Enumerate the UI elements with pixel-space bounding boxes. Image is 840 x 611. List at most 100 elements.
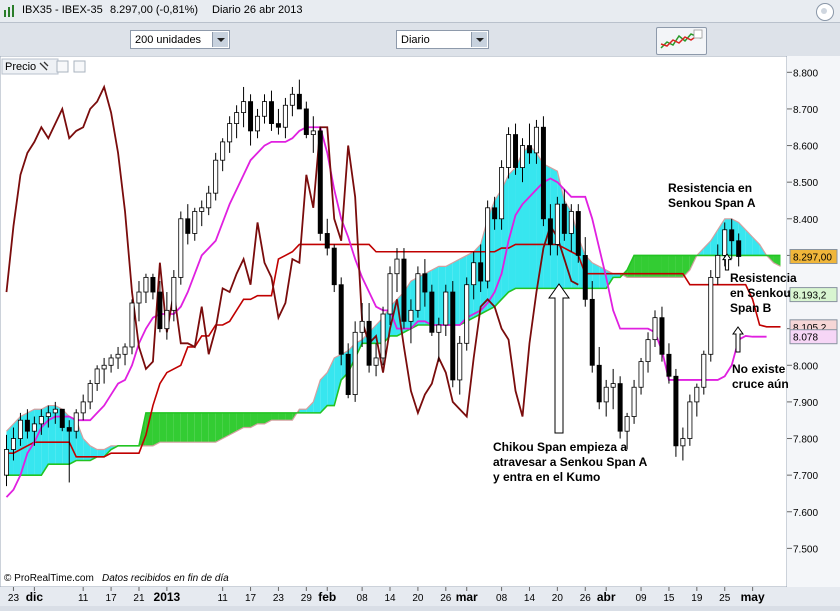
expand-icon[interactable] bbox=[56, 60, 69, 73]
x-tick-label: 26 bbox=[580, 593, 592, 604]
price-marker: 8.193,2 bbox=[789, 287, 838, 303]
chart-annotation: Resistencia enSenkou Span A bbox=[668, 181, 756, 210]
kumo-segment bbox=[278, 412, 286, 421]
annotation-line: Span B bbox=[730, 301, 772, 315]
window-menu-button[interactable] bbox=[816, 3, 834, 21]
kumo-segment bbox=[592, 262, 600, 289]
x-tick-label: 29 bbox=[301, 593, 313, 604]
price-marker-label: 8.193,2 bbox=[793, 291, 827, 302]
units-select[interactable]: 200 unidades bbox=[130, 30, 230, 49]
price-marker-label: 8.297,00 bbox=[793, 253, 832, 264]
kumo-segment bbox=[166, 412, 174, 443]
annotation-line: atravesar a Senkou Span A bbox=[493, 455, 648, 469]
x-tick-label: 25 bbox=[719, 593, 731, 604]
kumo-segment bbox=[180, 412, 188, 443]
kumo-segment bbox=[257, 412, 265, 424]
y-tick-label: 7.900 bbox=[793, 398, 818, 409]
x-tick-label: abr bbox=[597, 590, 616, 604]
candle bbox=[317, 127, 323, 241]
x-tick-label: 23 bbox=[273, 593, 285, 604]
kumo-segment bbox=[187, 412, 195, 443]
price-label: Precio bbox=[5, 61, 36, 73]
candle bbox=[687, 394, 693, 446]
footer-copyright: © ProRealTime.com bbox=[4, 573, 94, 584]
period-date: Diario 26 abr 2013 bbox=[212, 4, 303, 16]
annotation-line: cruce aún bbox=[732, 377, 789, 391]
candle bbox=[380, 306, 386, 366]
x-tick-label: feb bbox=[318, 590, 336, 604]
chart-panel: 8.8008.7008.6008.5008.4008.3008.2008.100… bbox=[0, 55, 840, 606]
chevron-down-icon[interactable] bbox=[212, 32, 228, 47]
candle bbox=[213, 152, 219, 201]
x-tick-label: 08 bbox=[496, 593, 508, 604]
kumo-segment bbox=[152, 412, 160, 446]
ichimoku-chart-icon bbox=[660, 29, 703, 49]
kumo-segment bbox=[285, 412, 293, 421]
kumo-segment bbox=[215, 412, 223, 443]
annotation-line: No existe bbox=[732, 362, 786, 376]
candle bbox=[485, 200, 491, 289]
candle bbox=[401, 248, 407, 329]
kumo-segment bbox=[222, 412, 230, 439]
x-tick-label: 15 bbox=[663, 593, 675, 604]
price-marker: 8.078 bbox=[789, 329, 838, 345]
units-select-value: 200 unidades bbox=[135, 34, 202, 46]
candle bbox=[338, 277, 344, 366]
period-select[interactable]: Diario bbox=[396, 30, 489, 49]
instrument-name: IBX35 - IBEX-35 bbox=[22, 4, 103, 16]
kumo-segment bbox=[201, 412, 209, 443]
kumo-segment bbox=[271, 412, 279, 421]
annotation-line: Resistencia bbox=[730, 271, 797, 285]
candle bbox=[429, 284, 435, 336]
x-tick-label: 2013 bbox=[154, 590, 181, 604]
y-tick-label: 7.700 bbox=[793, 471, 818, 482]
candle bbox=[575, 204, 581, 263]
annotation-line: Senkou Span A bbox=[668, 196, 756, 210]
kumo-segment bbox=[194, 412, 202, 443]
y-tick-label: 8.700 bbox=[793, 105, 818, 116]
candle bbox=[540, 116, 546, 227]
candle bbox=[708, 270, 714, 362]
x-tick-label: 08 bbox=[357, 593, 369, 604]
kumo-segment bbox=[159, 412, 167, 443]
candle bbox=[129, 299, 135, 355]
x-tick-label: 21 bbox=[133, 593, 145, 604]
x-tick-label: 19 bbox=[691, 593, 703, 604]
y-tick-label: 8.600 bbox=[793, 142, 818, 153]
x-tick-label: 14 bbox=[384, 593, 396, 604]
chevron-down-icon[interactable] bbox=[471, 32, 487, 47]
y-tick-label: 8.400 bbox=[793, 215, 818, 226]
x-tick-label: may bbox=[741, 590, 765, 604]
x-tick-label: dic bbox=[26, 590, 44, 604]
x-tick-label: 23 bbox=[8, 593, 20, 604]
kumo-segment bbox=[173, 412, 181, 443]
app-logo-icon bbox=[4, 5, 14, 17]
x-tick-label: mar bbox=[456, 590, 478, 604]
kumo-segment bbox=[208, 412, 216, 443]
candle bbox=[464, 277, 470, 351]
x-tick-label: 20 bbox=[552, 593, 564, 604]
x-tick-label: 20 bbox=[412, 593, 424, 604]
x-tick-label: 09 bbox=[635, 593, 647, 604]
y-tick-label: 8.800 bbox=[793, 68, 818, 79]
x-tick-label: 11 bbox=[217, 593, 228, 604]
kumo-segment bbox=[97, 449, 105, 457]
price-marker: 8.297,00 bbox=[789, 249, 838, 265]
y-tick-label: 8.500 bbox=[793, 178, 818, 189]
candle bbox=[178, 211, 184, 285]
candle bbox=[415, 266, 421, 318]
kumo-segment bbox=[243, 412, 251, 428]
footer-data-note: Datos recibidos en fin de día bbox=[102, 573, 229, 584]
settings-icon[interactable] bbox=[73, 60, 86, 73]
price-marker-label: 8.078 bbox=[793, 333, 818, 344]
y-tick-label: 7.500 bbox=[793, 544, 818, 555]
x-tick-label: 17 bbox=[245, 593, 257, 604]
period-select-value: Diario bbox=[401, 34, 430, 46]
indicator-button[interactable] bbox=[656, 27, 707, 55]
candle bbox=[352, 321, 358, 402]
price-chart[interactable]: 8.8008.7008.6008.5008.4008.3008.2008.100… bbox=[0, 55, 840, 606]
candle bbox=[617, 376, 623, 439]
y-tick-label: 7.800 bbox=[793, 435, 818, 446]
last-price-change: 8.297,00 (-0,81%) bbox=[110, 4, 199, 16]
kumo-segment bbox=[529, 145, 537, 289]
